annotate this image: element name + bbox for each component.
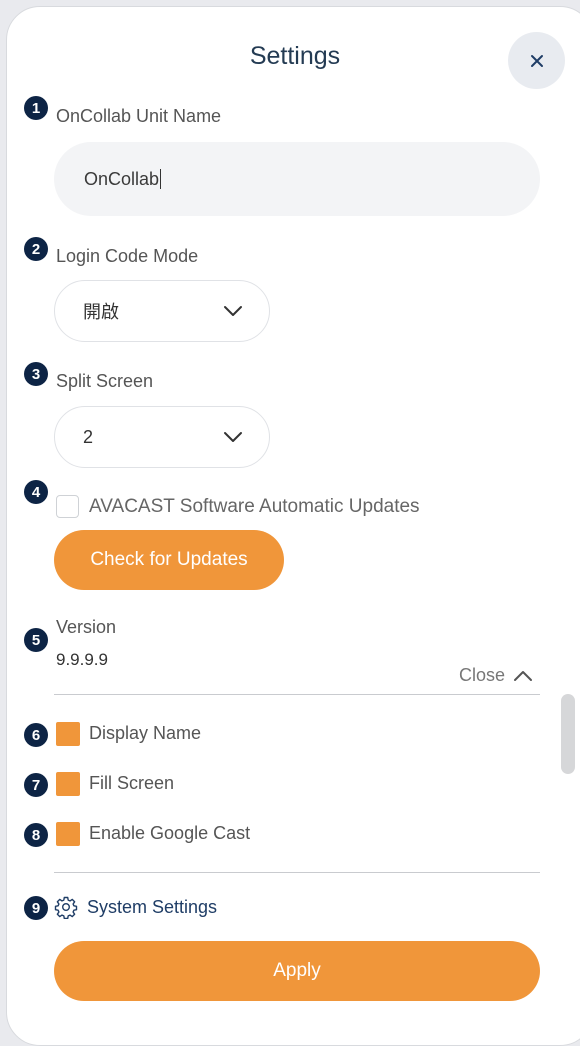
unit-name-value: OnCollab	[84, 168, 160, 189]
step-badge-1: 1	[24, 96, 48, 120]
auto-updates-checkbox[interactable]	[56, 495, 79, 518]
step-badge-5: 5	[24, 628, 48, 652]
gear-icon	[54, 896, 78, 919]
scrollbar[interactable]	[561, 694, 575, 774]
text-cursor	[160, 169, 162, 189]
login-code-value: 開啟	[83, 302, 119, 322]
unit-name-label: OnCollab Unit Name	[56, 106, 222, 126]
step-badge-8: 8	[24, 823, 48, 847]
step-badge-9: 9	[24, 896, 48, 920]
google-cast-label: Enable Google Cast	[89, 823, 251, 843]
login-code-label: Login Code Mode	[56, 246, 199, 266]
divider	[54, 872, 540, 873]
version-close-toggle[interactable]: Close	[459, 665, 533, 686]
check-updates-button[interactable]: Check for Updates	[54, 530, 284, 590]
apply-button[interactable]: Apply	[54, 941, 540, 1001]
system-settings-link[interactable]: System Settings	[54, 895, 217, 919]
display-name-label: Display Name	[89, 723, 202, 743]
version-label: Version	[56, 617, 117, 637]
version-value: 9.9.9.9	[56, 650, 108, 669]
fill-screen-label: Fill Screen	[89, 773, 175, 793]
close-button[interactable]	[508, 32, 565, 89]
fill-screen-checkbox[interactable]	[56, 772, 80, 796]
divider	[54, 694, 540, 695]
chevron-down-icon	[224, 306, 242, 316]
split-screen-label: Split Screen	[56, 371, 154, 391]
step-badge-4: 4	[24, 480, 48, 504]
unit-name-input[interactable]: OnCollab	[54, 142, 540, 216]
step-badge-3: 3	[24, 362, 48, 386]
chevron-up-icon	[514, 670, 533, 681]
chevron-down-icon	[224, 432, 242, 442]
step-badge-2: 2	[24, 237, 48, 261]
display-name-checkbox[interactable]	[56, 722, 80, 746]
close-icon	[530, 54, 543, 67]
page-title: Settings	[249, 42, 341, 70]
split-screen-select[interactable]: 2	[54, 406, 270, 468]
login-code-select[interactable]: 開啟	[54, 280, 270, 342]
step-badge-7: 7	[24, 773, 48, 797]
split-screen-value: 2	[83, 426, 94, 447]
version-close-label: Close	[459, 665, 506, 685]
google-cast-checkbox[interactable]	[56, 822, 80, 846]
auto-updates-label: AVACAST Software Automatic Updates	[89, 496, 420, 517]
system-settings-label: System Settings	[87, 896, 218, 917]
step-badge-6: 6	[24, 723, 48, 747]
